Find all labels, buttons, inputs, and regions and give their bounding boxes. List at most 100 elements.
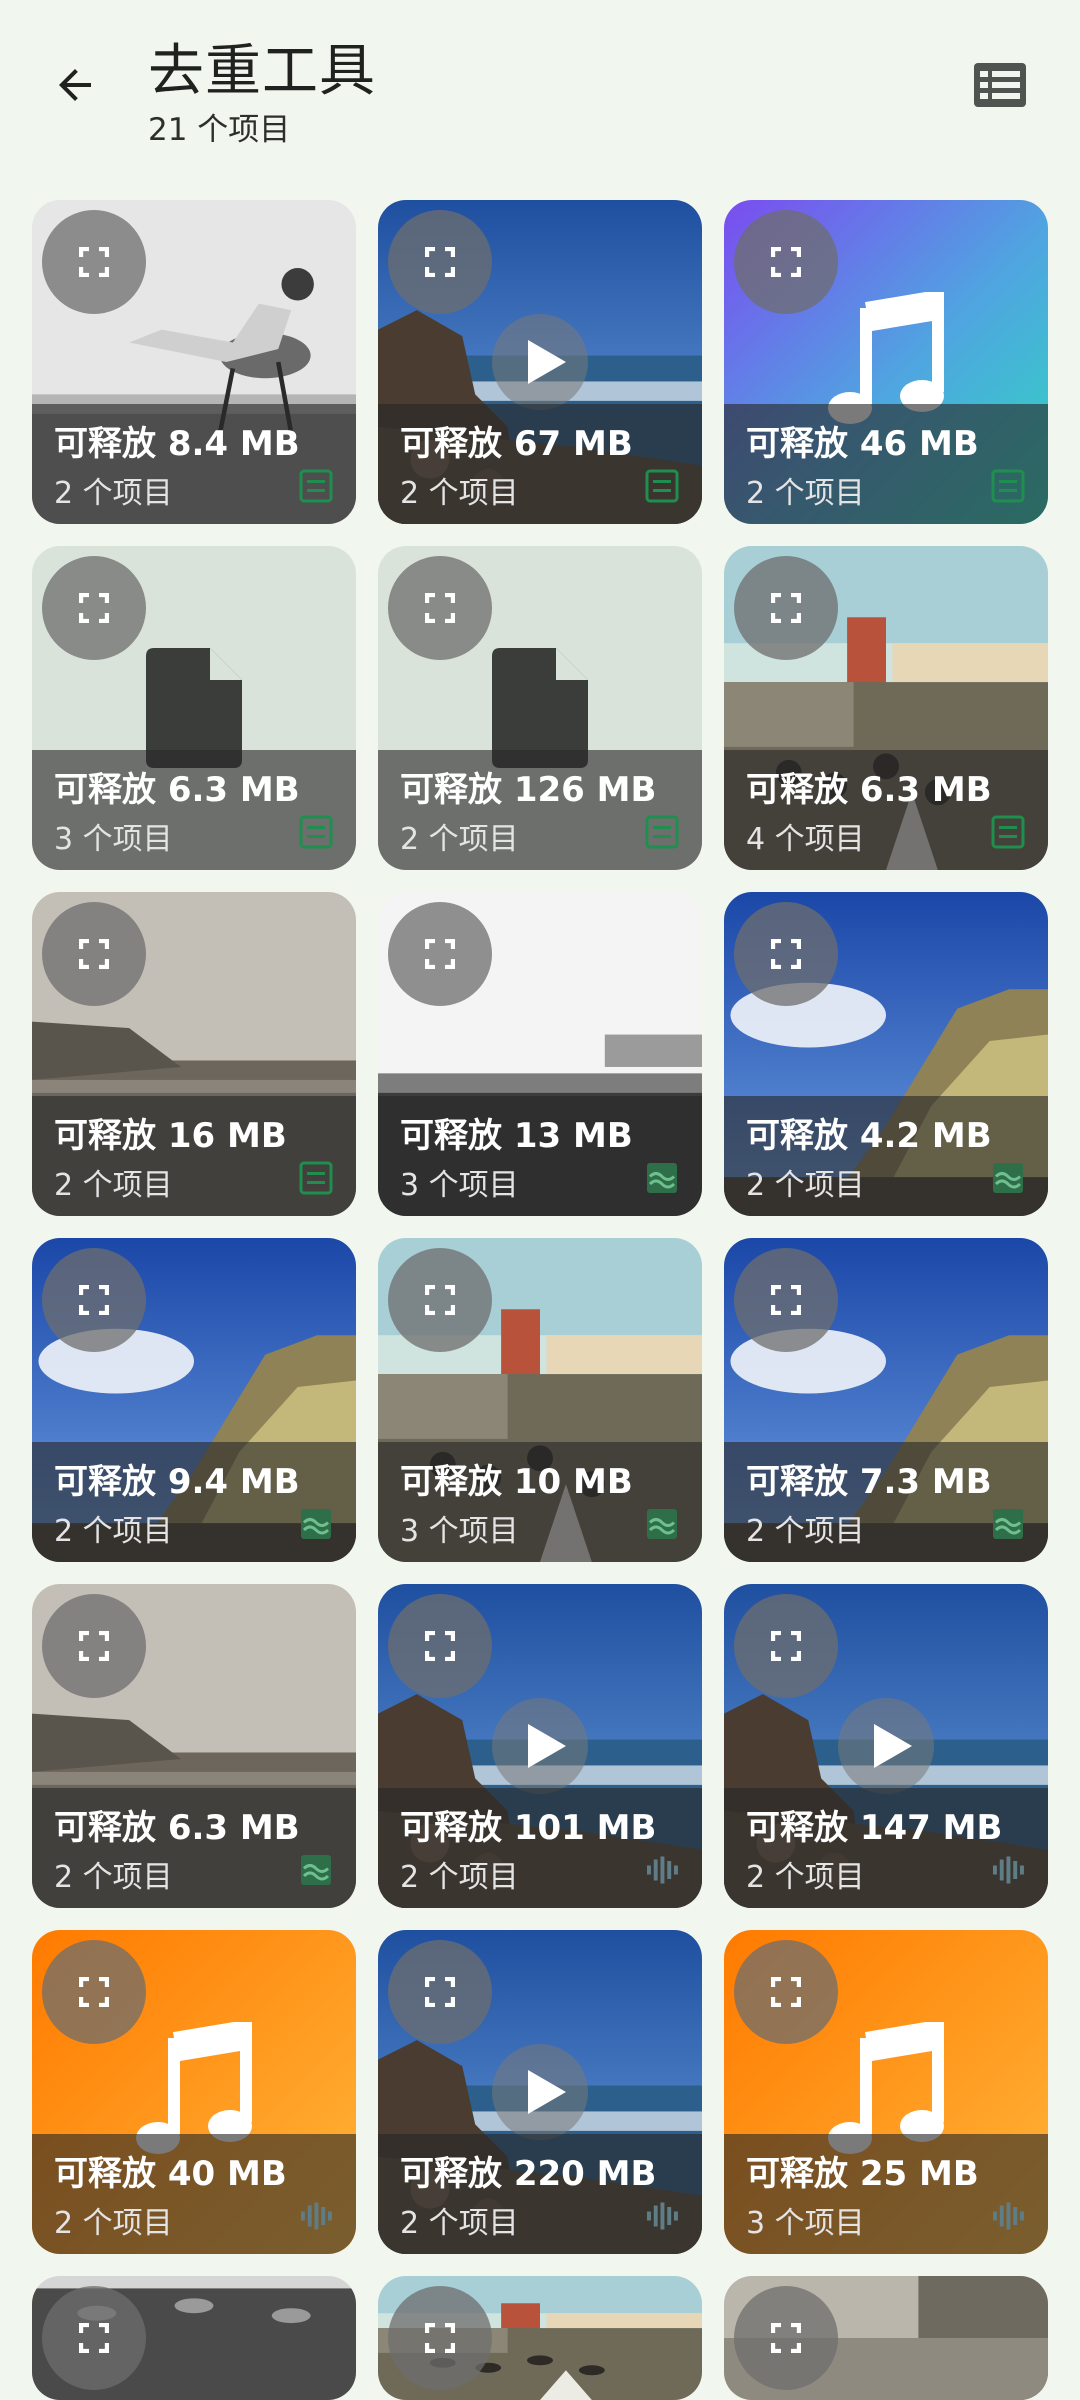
duplicate-group-tile[interactable] — [32, 2276, 356, 2400]
audio-type-icon — [993, 2202, 1024, 2230]
reclaimable-size: 可释放 25 MB — [746, 2154, 979, 2194]
view-mode-button[interactable] — [960, 50, 1040, 120]
expand-preview-button[interactable] — [388, 1594, 492, 1698]
expand-preview-button[interactable] — [388, 556, 492, 660]
expand-preview-button[interactable] — [42, 902, 146, 1006]
expand-preview-button[interactable] — [42, 1594, 146, 1698]
fullscreen-icon — [79, 939, 109, 969]
reclaimable-size: 可释放 8.4 MB — [54, 424, 300, 464]
duplicate-group-tile[interactable]: 可释放 40 MB 2 个项目 — [32, 1930, 356, 2254]
duplicate-group-tile[interactable]: 可释放 101 MB 2 个项目 — [378, 1584, 702, 1908]
duplicate-group-tile[interactable]: 可释放 25 MB 3 个项目 — [724, 1930, 1048, 2254]
item-count: 2 个项目 — [746, 1514, 865, 1549]
file-type-indicator — [298, 1160, 334, 1196]
reclaimable-size: 可释放 147 MB — [746, 1808, 1003, 1848]
duplicate-group-tile[interactable]: 可释放 4.2 MB 2 个项目 — [724, 892, 1048, 1216]
duplicate-group-tile[interactable]: 可释放 46 MB 2 个项目 — [724, 200, 1048, 524]
duplicate-group-tile[interactable] — [724, 2276, 1048, 2400]
expand-preview-button[interactable] — [388, 902, 492, 1006]
duplicate-group-tile[interactable]: 可释放 6.3 MB 3 个项目 — [32, 546, 356, 870]
duplicate-group-tile[interactable]: 可释放 7.3 MB 2 个项目 — [724, 1238, 1048, 1562]
file-type-indicator — [990, 1160, 1026, 1196]
reclaimable-size: 可释放 40 MB — [54, 2154, 287, 2194]
item-count: 2 个项目 — [54, 476, 173, 511]
audio-type-icon — [647, 2202, 678, 2230]
file-type-indicator — [644, 814, 680, 850]
duplicate-group-tile[interactable]: 可释放 147 MB 2 个项目 — [724, 1584, 1048, 1908]
reclaimable-size: 可释放 6.3 MB — [54, 1808, 300, 1848]
fullscreen-icon — [79, 1977, 109, 2007]
expand-preview-button[interactable] — [42, 1248, 146, 1352]
fullscreen-icon — [425, 1977, 455, 2007]
fullscreen-icon — [425, 247, 455, 277]
fullscreen-icon — [771, 593, 801, 623]
file-type-indicator — [644, 2198, 680, 2234]
expand-preview-button[interactable] — [734, 1248, 838, 1352]
arrow-back-icon — [59, 69, 91, 101]
reclaimable-size: 可释放 6.3 MB — [54, 770, 300, 810]
duplicate-group-tile[interactable]: 可释放 8.4 MB 2 个项目 — [32, 200, 356, 524]
duplicate-group-tile[interactable]: 可释放 6.3 MB 4 个项目 — [724, 546, 1048, 870]
item-count: 2 个项目 — [54, 1514, 173, 1549]
expand-preview-button[interactable] — [388, 210, 492, 314]
reclaimable-size: 可释放 16 MB — [54, 1116, 287, 1156]
expand-preview-button[interactable] — [42, 2286, 146, 2390]
item-count: 2 个项目 — [54, 1860, 173, 1895]
file-type-indicator — [990, 468, 1026, 504]
file-type-indicator — [990, 2198, 1026, 2234]
item-count: 3 个项目 — [746, 2206, 865, 2241]
document-type-icon — [299, 469, 333, 503]
duplicate-group-tile[interactable]: 可释放 10 MB 3 个项目 — [378, 1238, 702, 1562]
play-overlay — [490, 312, 590, 412]
expand-preview-button[interactable] — [734, 902, 838, 1006]
item-count: 2 个项目 — [400, 822, 519, 857]
fullscreen-icon — [425, 939, 455, 969]
back-button[interactable] — [40, 50, 110, 120]
duplicate-group-tile[interactable]: 可释放 16 MB 2 个项目 — [32, 892, 356, 1216]
reclaimable-size: 可释放 9.4 MB — [54, 1462, 300, 1502]
expand-preview-button[interactable] — [388, 2286, 492, 2390]
file-type-indicator — [298, 2198, 334, 2234]
document-type-icon — [299, 1161, 333, 1195]
expand-preview-button[interactable] — [388, 1248, 492, 1352]
image-type-icon — [301, 1855, 331, 1885]
file-type-indicator — [644, 468, 680, 504]
expand-preview-button[interactable] — [734, 556, 838, 660]
item-count: 2 个项目 — [54, 2206, 173, 2241]
duplicate-group-tile[interactable]: 可释放 13 MB 3 个项目 — [378, 892, 702, 1216]
fullscreen-icon — [79, 2323, 109, 2353]
item-count: 2 个项目 — [400, 2206, 519, 2241]
duplicate-group-tile[interactable]: 可释放 220 MB 2 个项目 — [378, 1930, 702, 2254]
page-title: 去重工具 — [148, 39, 376, 104]
expand-preview-button[interactable] — [388, 1940, 492, 2044]
expand-preview-button[interactable] — [42, 210, 146, 314]
fullscreen-icon — [425, 1285, 455, 1315]
audio-type-icon — [647, 1856, 678, 1884]
document-type-icon — [645, 469, 679, 503]
document-type-icon — [299, 815, 333, 849]
document-type-icon — [991, 815, 1025, 849]
expand-preview-button[interactable] — [734, 1940, 838, 2044]
duplicate-group-tile[interactable] — [378, 2276, 702, 2400]
duplicate-group-tile[interactable]: 可释放 9.4 MB 2 个项目 — [32, 1238, 356, 1562]
reclaimable-size: 可释放 126 MB — [400, 770, 657, 810]
audio-type-icon — [301, 2202, 332, 2230]
duplicate-group-tile[interactable]: 可释放 126 MB 2 个项目 — [378, 546, 702, 870]
expand-preview-button[interactable] — [734, 210, 838, 314]
play-icon — [838, 1698, 934, 1794]
document-type-icon — [991, 469, 1025, 503]
fullscreen-icon — [425, 2323, 455, 2353]
duplicate-group-tile[interactable]: 可释放 6.3 MB 2 个项目 — [32, 1584, 356, 1908]
expand-preview-button[interactable] — [42, 1940, 146, 2044]
item-count: 2 个项目 — [746, 1168, 865, 1203]
reclaimable-size: 可释放 6.3 MB — [746, 770, 992, 810]
expand-preview-button[interactable] — [734, 1594, 838, 1698]
play-overlay — [490, 2042, 590, 2142]
expand-preview-button[interactable] — [734, 2286, 838, 2390]
fullscreen-icon — [771, 1285, 801, 1315]
item-count: 4 个项目 — [746, 822, 865, 857]
file-type-indicator — [644, 1852, 680, 1888]
reclaimable-size: 可释放 220 MB — [400, 2154, 657, 2194]
expand-preview-button[interactable] — [42, 556, 146, 660]
duplicate-group-tile[interactable]: 可释放 67 MB 2 个项目 — [378, 200, 702, 524]
